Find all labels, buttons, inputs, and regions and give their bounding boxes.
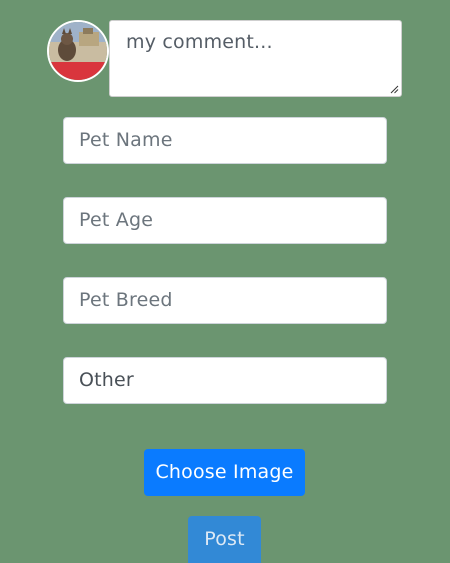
- comment-input[interactable]: my comment...: [109, 20, 402, 97]
- post-button[interactable]: Post: [188, 516, 261, 563]
- pet-age-field[interactable]: Pet Age: [63, 197, 387, 244]
- avatar: [47, 20, 109, 82]
- pet-name-placeholder: Pet Name: [79, 129, 173, 151]
- choose-image-button[interactable]: Choose Image: [144, 449, 305, 496]
- pet-age-placeholder: Pet Age: [79, 209, 154, 231]
- other-field[interactable]: Other: [63, 357, 387, 404]
- choose-image-label: Choose Image: [155, 461, 294, 483]
- other-value: Other: [79, 369, 134, 391]
- pet-breed-field[interactable]: Pet Breed: [63, 277, 387, 324]
- pet-name-field[interactable]: Pet Name: [63, 117, 387, 164]
- avatar-photo: [49, 22, 107, 80]
- comment-placeholder: my comment...: [126, 31, 273, 53]
- pet-breed-placeholder: Pet Breed: [79, 289, 173, 311]
- resize-grip-icon[interactable]: [389, 84, 399, 94]
- post-label: Post: [204, 528, 245, 550]
